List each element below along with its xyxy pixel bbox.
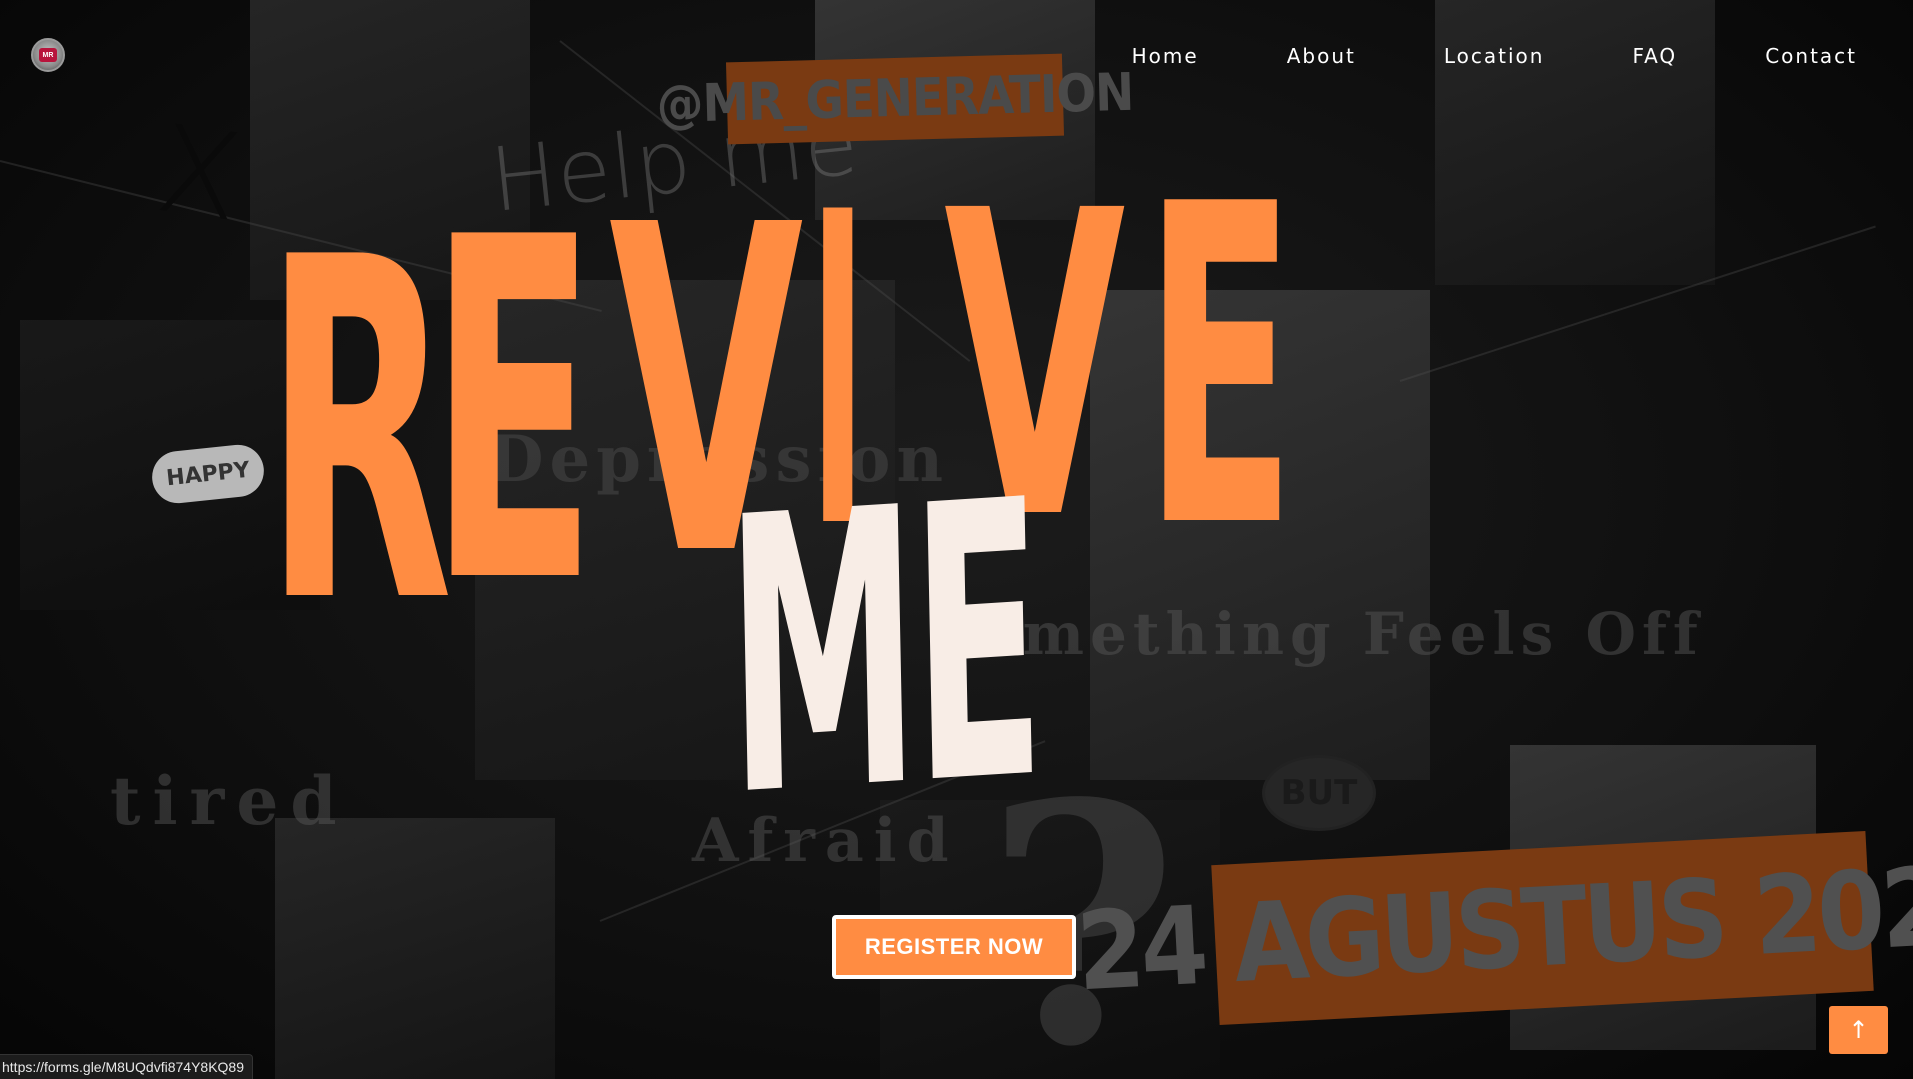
hero-title-letter: E [429, 139, 597, 686]
landing-page: Help me Depression Something Feels Off t… [0, 0, 1913, 1079]
collage-photo-bottom-left [275, 818, 555, 1079]
but-speech-bubble: BUT [1262, 755, 1376, 831]
nav-faq[interactable]: FAQ [1632, 40, 1677, 72]
register-now-button[interactable]: REGISTER NOW [832, 915, 1076, 979]
logo-mark: MR [39, 48, 57, 62]
scroll-to-top-button[interactable]: ↑ [1829, 1006, 1888, 1054]
nav-home[interactable]: Home [1132, 40, 1199, 72]
nav-about[interactable]: About [1287, 40, 1356, 72]
hero-title-letter: R [264, 159, 453, 706]
hero-title-sub: ME [723, 418, 1043, 881]
nav-location[interactable]: Location [1444, 40, 1545, 72]
link-status-url: https://forms.gle/M8UQdvfi874Y8KQ89 [0, 1054, 253, 1079]
main-nav: Home About Location FAQ Contact [1044, 40, 1857, 72]
nav-contact[interactable]: Contact [1765, 40, 1857, 72]
arrow-up-icon: ↑ [1848, 1016, 1869, 1044]
collage-word-tired: tired [110, 762, 349, 840]
x-mark-icon: X [148, 99, 250, 250]
event-date-tag: 24 AGUSTUS 2024 [1074, 830, 1913, 1026]
site-logo[interactable]: MR [31, 38, 65, 72]
hero-title-letter: E [1144, 112, 1296, 624]
